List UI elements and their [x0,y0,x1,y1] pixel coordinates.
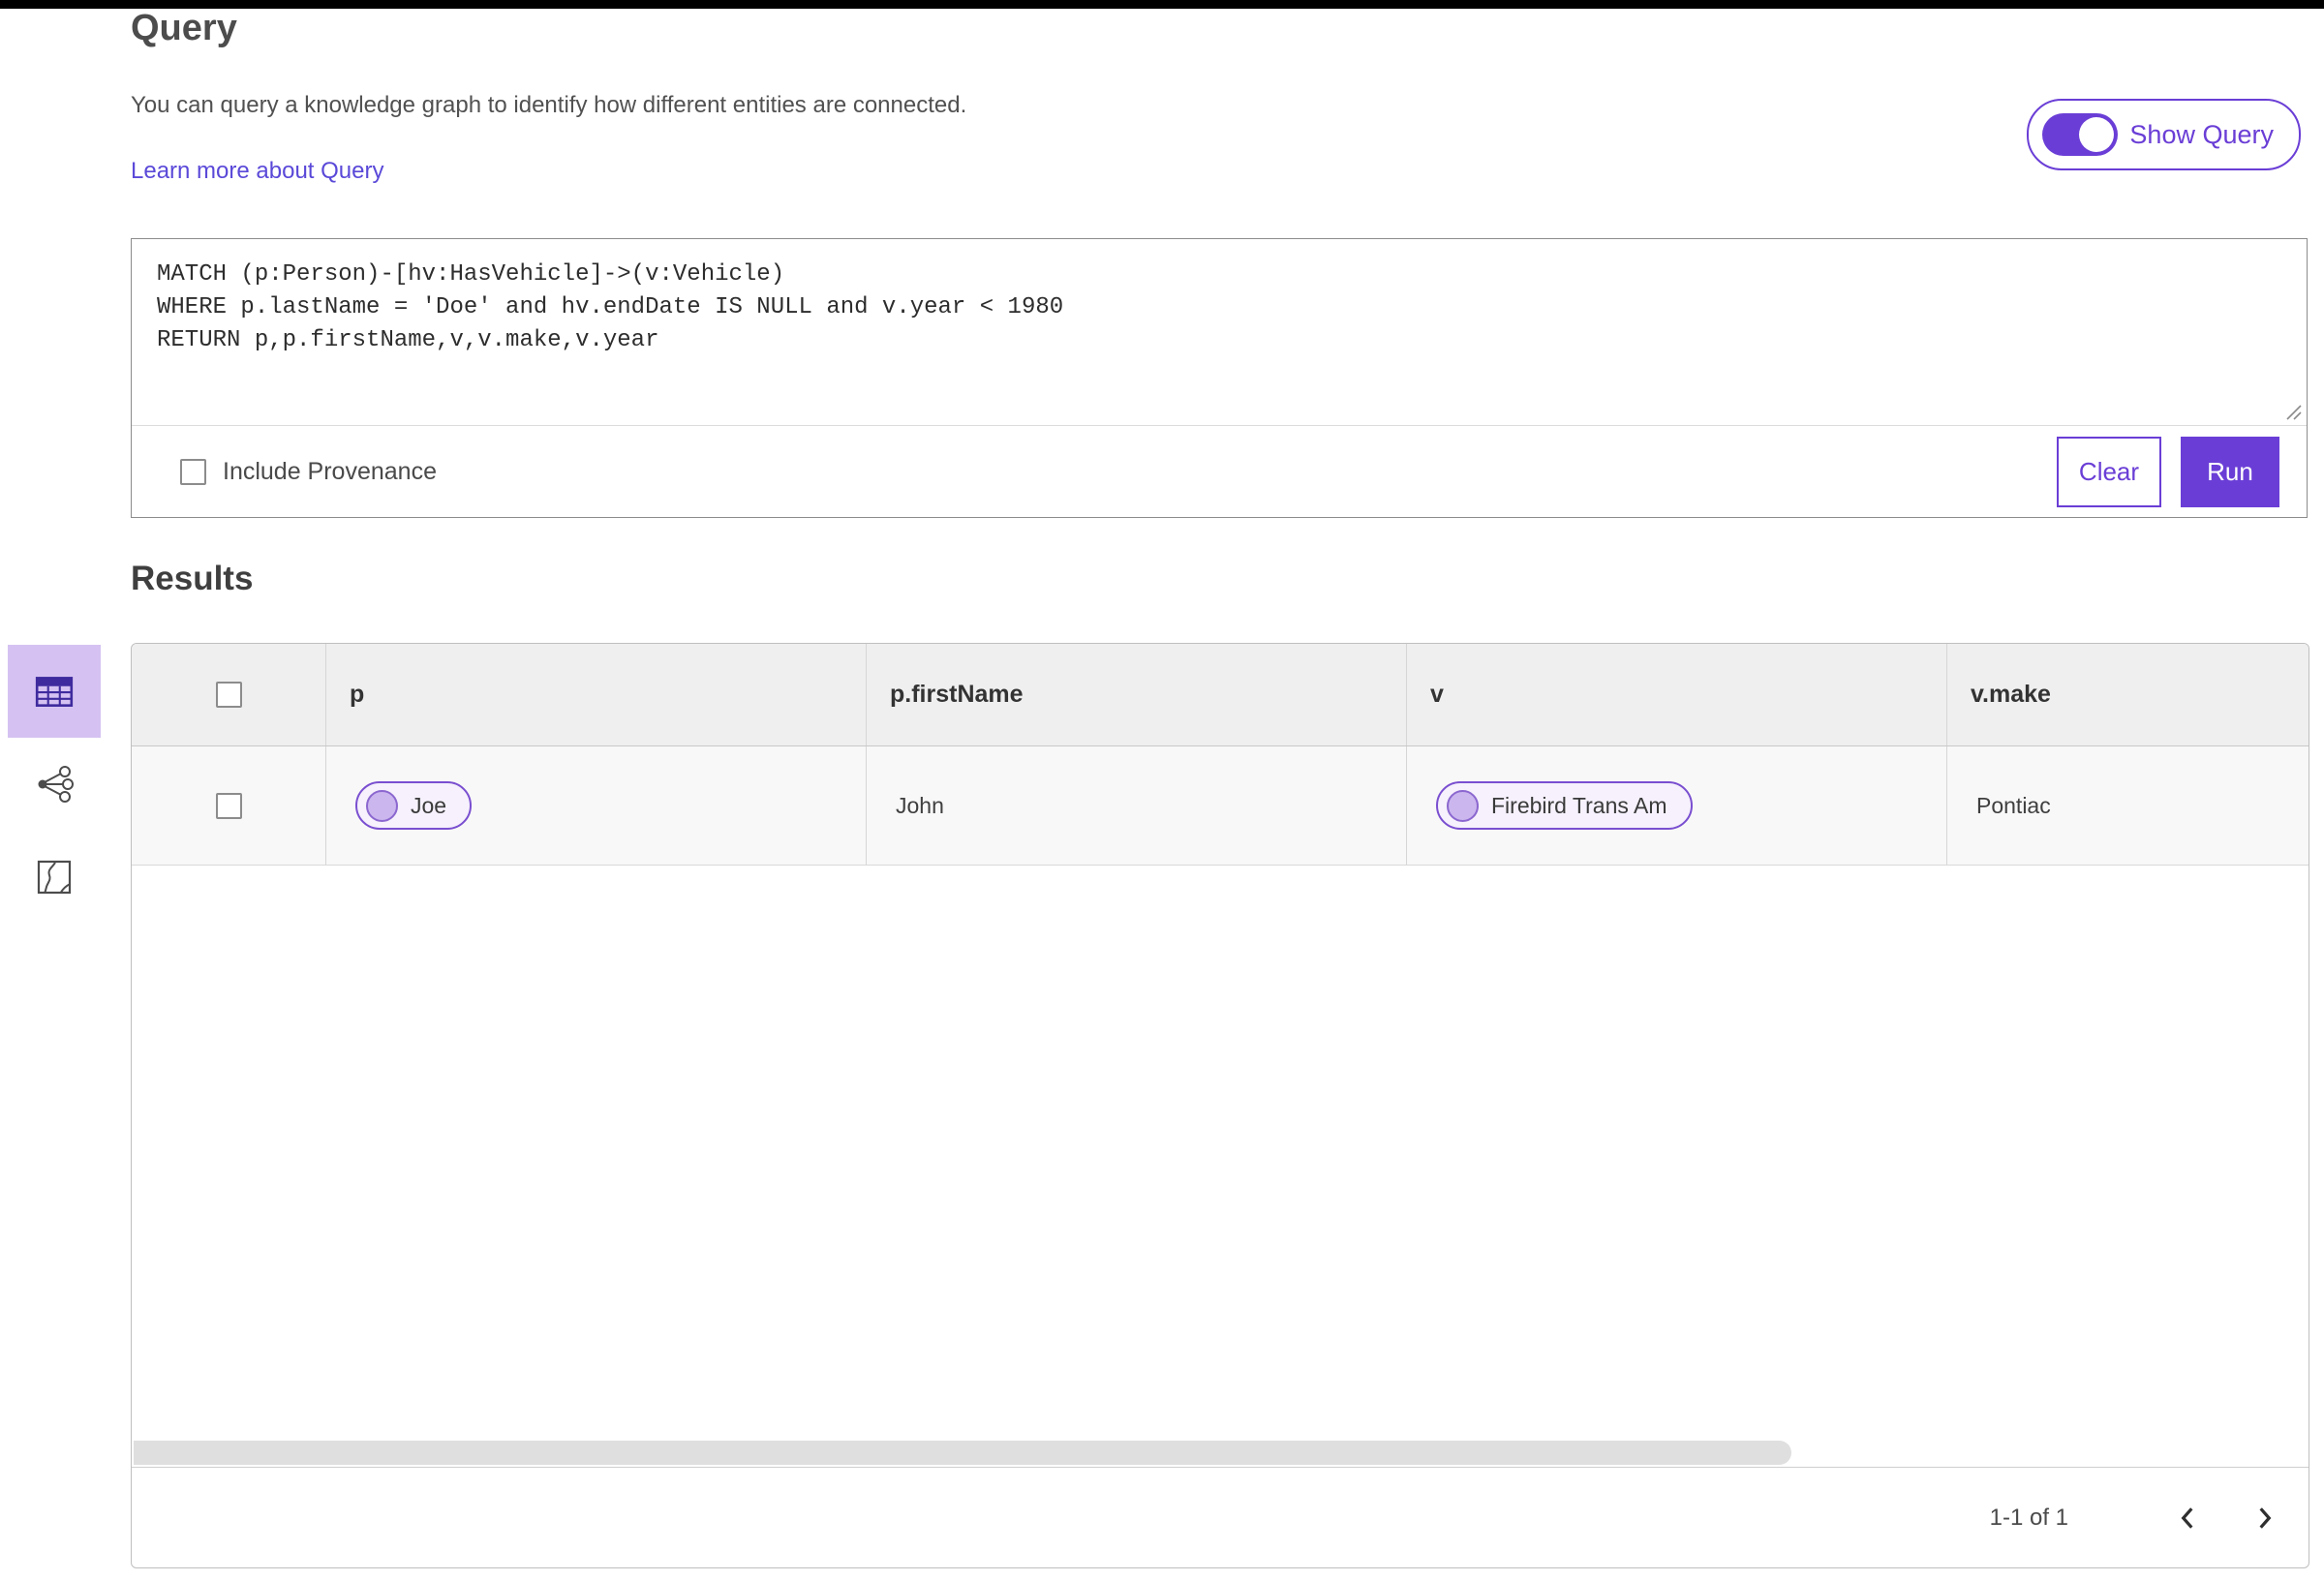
row-checkbox[interactable] [215,792,242,819]
cell-p-firstname: John [896,792,944,818]
learn-more-link[interactable]: Learn more about Query [131,158,383,185]
table-view-button[interactable] [8,645,101,738]
results-view-switcher [8,645,101,924]
table-footer: 1-1 of 1 [132,1467,2309,1567]
entity-chip-vehicle[interactable]: Firebird Trans Am [1436,781,1693,830]
entity-node-icon [1447,789,1479,822]
window-top-border [0,0,2324,9]
column-header-p-firstname[interactable]: p.firstName [867,681,1024,709]
entity-node-icon [366,789,398,822]
entity-chip-label: Joe [411,792,447,818]
toggle-on-icon[interactable] [2042,113,2119,156]
page-description: You can query a knowledge graph to ident… [131,92,967,118]
column-header-p[interactable]: p [326,681,364,709]
link-chart-view-button[interactable] [8,738,101,831]
select-all-checkbox[interactable] [215,682,242,708]
results-title: Results [131,560,254,597]
query-editor-toolbar: Include Provenance Clear Run [132,425,2307,517]
horizontal-scrollbar[interactable] [132,1440,2309,1467]
chevron-left-icon [2181,1506,2193,1529]
map-icon [37,860,72,895]
table-row: Joe John Firebird Trans Am Pontiac [132,746,2309,866]
table-header-row: p p.firstName v v.make [132,644,2309,746]
toggle-knob [2079,117,2115,152]
pagination-next-button[interactable] [2247,1500,2283,1536]
entity-chip-label: Firebird Trans Am [1491,792,1667,818]
query-textarea[interactable]: MATCH (p:Person)-[hv:HasVehicle]->(v:Veh… [132,239,2307,425]
run-button[interactable]: Run [2181,436,2279,507]
chevron-right-icon [2259,1506,2272,1529]
table-empty-area [132,866,2309,1440]
map-view-button[interactable] [8,831,101,924]
query-editor-panel: MATCH (p:Person)-[hv:HasVehicle]->(v:Veh… [131,238,2308,518]
page-title: Query [131,8,237,48]
clear-button[interactable]: Clear [2057,436,2161,507]
query-code: MATCH (p:Person)-[hv:HasVehicle]->(v:Veh… [157,261,1064,353]
include-provenance-option[interactable]: Include Provenance [180,458,437,486]
cell-v-make: Pontiac [1976,792,2051,818]
show-query-label: Show Query [2129,119,2274,149]
column-header-v-make[interactable]: v.make [1947,681,2051,709]
column-header-v[interactable]: v [1407,681,1444,709]
pagination-prev-button[interactable] [2169,1500,2206,1536]
textarea-resize-handle[interactable] [2283,402,2303,421]
scrollbar-thumb[interactable] [134,1441,1791,1465]
include-provenance-label: Include Provenance [223,457,437,485]
include-provenance-checkbox[interactable] [180,458,206,485]
pagination-range: 1-1 of 1 [1989,1504,2068,1531]
show-query-toggle[interactable]: Show Query [2027,99,2301,170]
table-icon [35,677,74,707]
results-panel: p p.firstName v v.make Joe John Firebird… [131,643,2309,1568]
link-chart-icon [38,766,74,803]
query-page: Query You can query a knowledge graph to… [0,0,2324,1581]
entity-chip-person[interactable]: Joe [355,781,473,830]
